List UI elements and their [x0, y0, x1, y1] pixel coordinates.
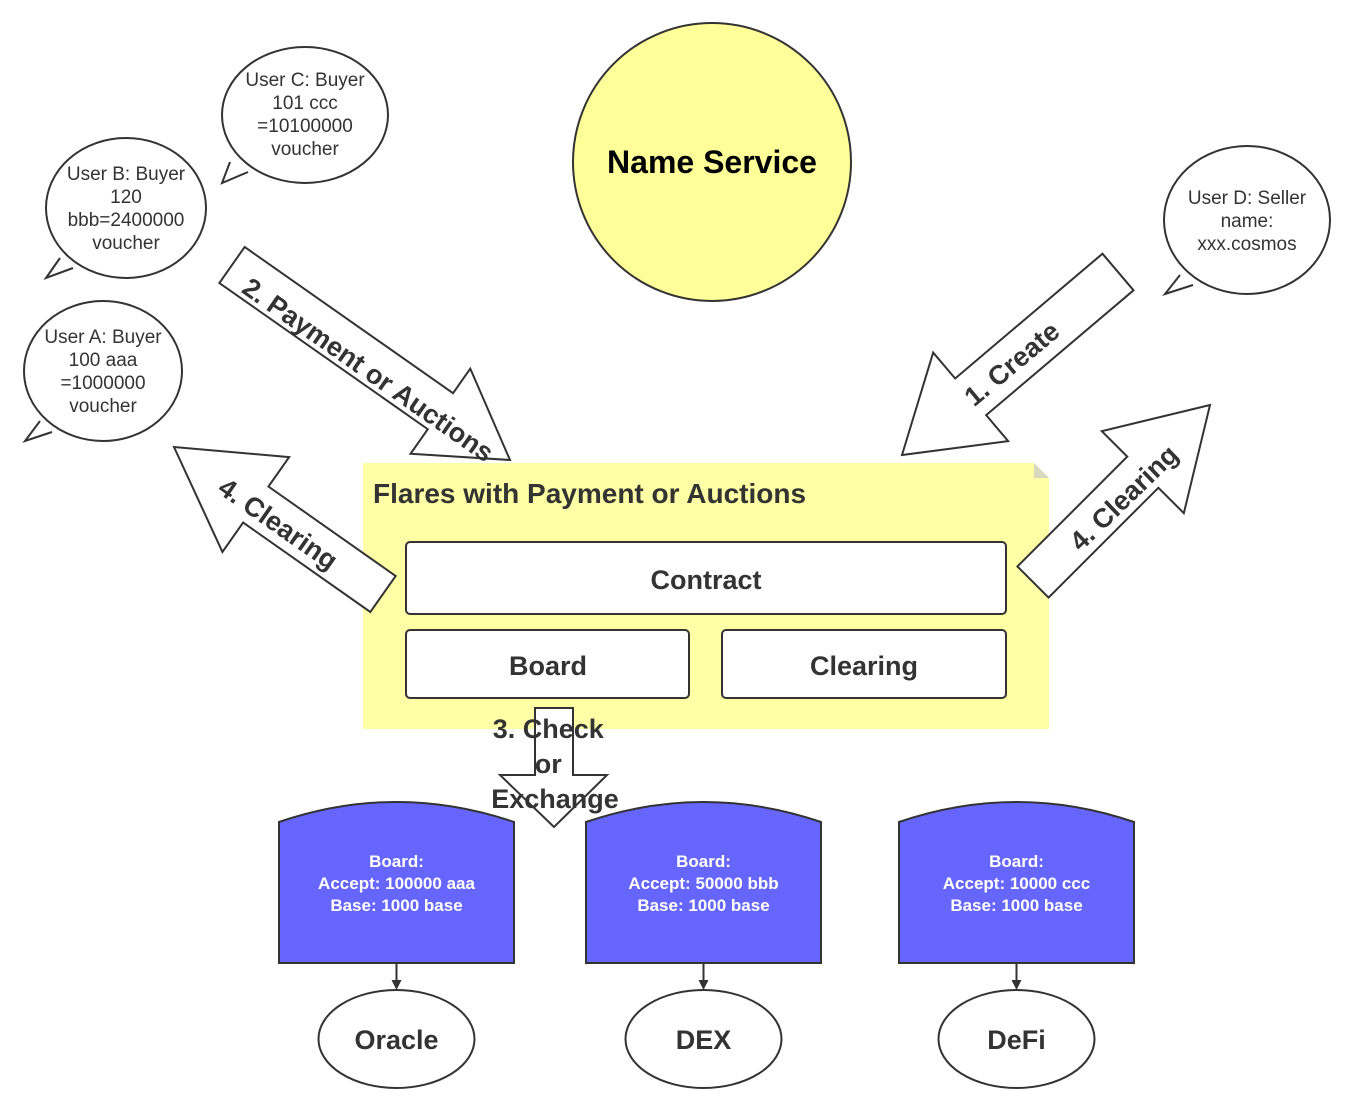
user-bubble-line: voucher [69, 396, 137, 417]
contract-label: Contract [650, 565, 761, 595]
contract-box: Contract [405, 541, 1007, 615]
board-node-line: Board: [676, 852, 731, 871]
board-box: Board [405, 629, 690, 699]
board-label: Board [509, 651, 587, 681]
user-bubble-line: voucher [271, 139, 339, 160]
board-node-line: Accept: 100000 aaa [318, 874, 475, 893]
check-label-line: or [535, 749, 562, 779]
speech-bubble-user: User A: Buyer 100 aaa =1000000 voucher [22, 300, 183, 443]
user-bubble-line: xxx.cosmos [1197, 234, 1296, 255]
speech-bubble-user: User D: Seller name: xxx.cosmos [1162, 145, 1331, 296]
board-node-line: Accept: 10000 ccc [943, 874, 1090, 893]
board-node-line: Board: [989, 852, 1044, 871]
user-bubble-line: User B: Buyer [67, 164, 186, 185]
board-node: Board: Accept: 50000 bbb Base: 1000 base [585, 801, 822, 964]
target-node-label: DeFi [987, 1025, 1046, 1055]
user-bubble-line: User C: Buyer [245, 70, 365, 91]
check-arrow: 3. Check or Exchange [491, 707, 619, 829]
flares-container: Flares with Payment or Auctions Contract… [363, 463, 1049, 729]
speech-bubble-user: User B: Buyer 120 bbb=2400000 voucher [43, 137, 207, 281]
clearing-label: Clearing [810, 651, 918, 681]
create-arrow: 1. Create [900, 252, 1135, 457]
board-node-line: Base: 1000 base [637, 896, 769, 915]
target-node-label: DEX [676, 1025, 732, 1055]
user-bubble-line: User A: Buyer [44, 327, 162, 348]
flares-title: Flares with Payment or Auctions [373, 478, 806, 509]
user-bubble-line: User D: Seller [1188, 188, 1307, 209]
diagram-canvas: Name Service User C: Buyer 101 ccc =101000… [22, 22, 1331, 1089]
user-bubble-line: voucher [92, 233, 160, 254]
clearing-right-arrow-label: 4. Clearing [1064, 439, 1184, 556]
user-bubble-line: =10100000 [257, 116, 353, 137]
name-service-label: Name Service [607, 144, 817, 180]
target-node: DeFi [937, 989, 1096, 1089]
user-bubble-line: 101 ccc [272, 93, 337, 114]
check-label-line: 3. Check [493, 714, 605, 744]
user-bubble-line: 100 aaa [69, 350, 138, 371]
payment-arrow-label: 2. Payment or Auctions [237, 272, 499, 468]
target-node-label: Oracle [354, 1025, 438, 1055]
target-node: Oracle [317, 989, 476, 1089]
board-node-line: Accept: 50000 bbb [628, 874, 778, 893]
speech-bubble-user: User C: Buyer 101 ccc =10100000 voucher [220, 46, 389, 185]
board-node: Board: Accept: 100000 aaa Base: 1000 base [278, 801, 515, 964]
target-node: DEX [624, 989, 783, 1089]
user-bubble-line: bbb=2400000 [68, 210, 185, 231]
check-label-line: Exchange [491, 784, 619, 814]
user-bubble-line: name: [1221, 211, 1274, 232]
board-node-line: Base: 1000 base [330, 896, 462, 915]
clearing-box: Clearing [721, 629, 1007, 699]
board-node-line: Base: 1000 base [950, 896, 1082, 915]
board-node-line: Board: [369, 852, 424, 871]
svg-text:3. Check or Exchan: 3. Check or Exchange [491, 714, 619, 814]
board-node: Board: Accept: 10000 ccc Base: 1000 base [898, 801, 1135, 964]
user-bubble-line: =1000000 [60, 373, 145, 394]
user-bubble-line: 120 [110, 187, 142, 208]
name-service-node: Name Service [572, 22, 852, 302]
